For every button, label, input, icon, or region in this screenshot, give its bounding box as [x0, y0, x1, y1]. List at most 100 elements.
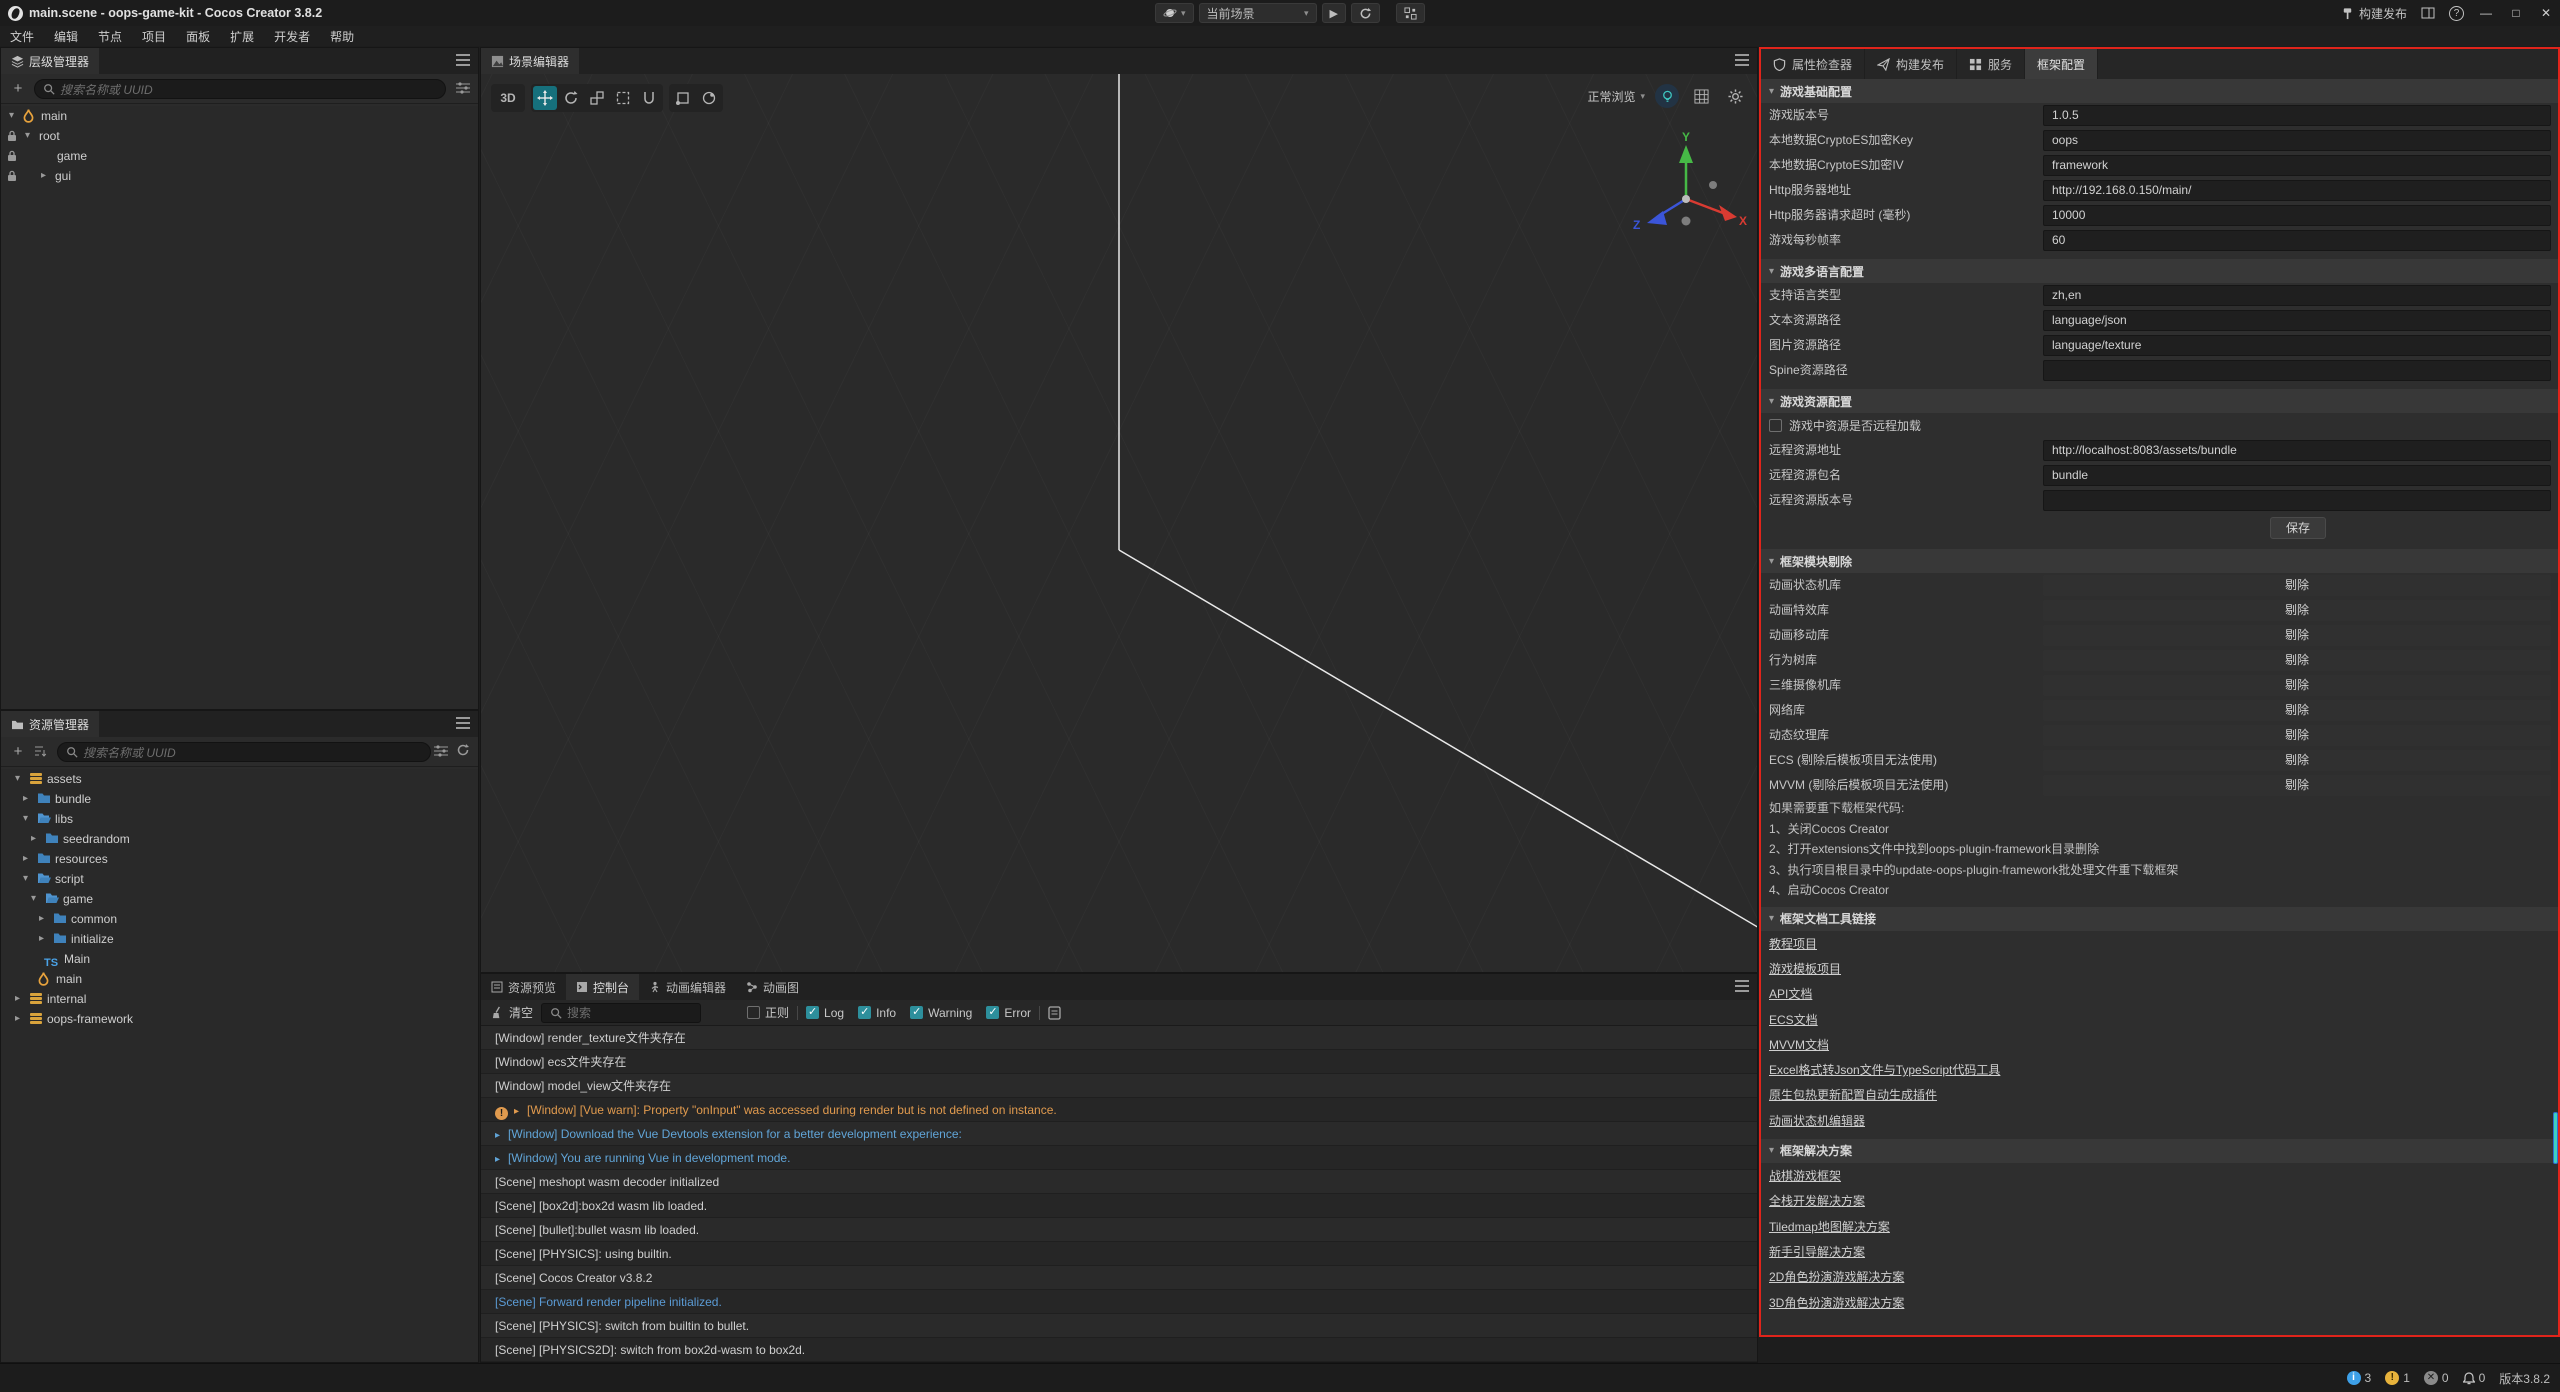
console-log-row[interactable]: ▸[Window] Download the Vue Devtools exte… — [481, 1122, 1757, 1146]
section-header-docs[interactable]: ▾框架文档工具链接 — [1761, 907, 2558, 931]
field-input-1[interactable]: oops — [2043, 130, 2551, 151]
tab-hierarchy[interactable]: 层级管理器 — [1, 48, 99, 74]
console-log-row[interactable]: [Scene] [PHYSICS]: switch from builtin t… — [481, 1314, 1757, 1338]
caret-right-icon[interactable]: ▸ — [31, 829, 36, 849]
tree-row-gui[interactable]: ▸gui — [1, 166, 478, 186]
link-Tiledmap地图解决方案[interactable]: Tiledmap地图解决方案 — [1769, 1218, 1890, 1235]
rotate-tool-button[interactable] — [559, 86, 583, 110]
menu-item-7[interactable]: 帮助 — [330, 28, 354, 45]
filter-info-checkbox[interactable]: Info — [858, 1006, 896, 1020]
console-log-row[interactable]: [Window] ecs文件夹存在 — [481, 1050, 1757, 1074]
menu-item-4[interactable]: 面板 — [186, 28, 210, 45]
caret-right-icon[interactable]: ▸ — [514, 1106, 519, 1117]
caret-right-icon[interactable]: ▸ — [39, 909, 44, 929]
sort-icon[interactable] — [33, 745, 47, 757]
lighting-toggle-button[interactable] — [1655, 84, 1679, 108]
play-button[interactable]: ▶ — [1322, 3, 1346, 23]
console-log-row[interactable]: [Window] model_view文件夹存在 — [481, 1074, 1757, 1098]
maximize-button[interactable]: □ — [2508, 6, 2524, 20]
menu-item-5[interactable]: 扩展 — [230, 28, 254, 45]
console-log-row[interactable]: [Scene] [bullet]:bullet wasm lib loaded. — [481, 1218, 1757, 1242]
remove-module-button[interactable]: 剔除 — [2043, 700, 2551, 721]
field-input-1[interactable]: bundle — [2043, 465, 2551, 486]
remove-module-button[interactable]: 剔除 — [2043, 650, 2551, 671]
pivot-toggle-button[interactable] — [671, 86, 695, 110]
menu-item-1[interactable]: 编辑 — [54, 28, 78, 45]
checkbox-res-remote[interactable]: 游戏中资源是否远程加载 — [1761, 413, 2558, 438]
console-search-input[interactable]: 搜索 — [541, 1003, 701, 1023]
console-log-row[interactable]: [Scene] Cocos Creator v3.8.2 — [481, 1266, 1757, 1290]
tab-框架配置[interactable]: 框架配置 — [2025, 49, 2098, 79]
menu-item-2[interactable]: 节点 — [98, 28, 122, 45]
link-战棋游戏框架[interactable]: 战棋游戏框架 — [1769, 1167, 1841, 1184]
menu-item-3[interactable]: 项目 — [142, 28, 166, 45]
save-button[interactable]: 保存 — [2270, 517, 2326, 539]
caret-down-icon[interactable]: ▾ — [25, 126, 30, 146]
menu-item-6[interactable]: 开发者 — [274, 28, 310, 45]
field-input-2[interactable] — [2043, 490, 2551, 511]
tree-row-main[interactable]: main — [1, 969, 478, 989]
close-button[interactable]: ✕ — [2538, 6, 2554, 20]
scale-tool-button[interactable] — [585, 86, 609, 110]
caret-down-icon[interactable]: ▾ — [31, 889, 36, 909]
assets-search-input[interactable]: 搜索名称或 UUID — [57, 742, 431, 762]
link-原生包热更新配置自动生成插件[interactable]: 原生包热更新配置自动生成插件 — [1769, 1086, 1937, 1103]
refresh-icon[interactable] — [456, 743, 470, 757]
clear-console-button[interactable]: 清空 — [491, 1004, 533, 1021]
panel-menu-icon[interactable] — [1735, 54, 1749, 66]
remove-module-button[interactable]: 剔除 — [2043, 625, 2551, 646]
field-input-5[interactable]: 60 — [2043, 230, 2551, 251]
field-input-2[interactable]: framework — [2043, 155, 2551, 176]
remove-module-button[interactable]: 剔除 — [2043, 775, 2551, 796]
status-error-counter[interactable]: ✕ 0 — [2424, 1371, 2449, 1385]
tree-row-resources[interactable]: ▸resources — [1, 849, 478, 869]
link-游戏模板项目[interactable]: 游戏模板项目 — [1769, 960, 1841, 977]
tab-资源预览[interactable]: 资源预览 — [481, 974, 566, 1000]
minimize-button[interactable]: — — [2478, 6, 2494, 20]
section-header-i18n[interactable]: ▾游戏多语言配置 — [1761, 259, 2558, 283]
caret-right-icon[interactable]: ▸ — [23, 849, 28, 869]
add-node-button[interactable]: + — [9, 79, 27, 97]
remove-module-button[interactable]: 剔除 — [2043, 675, 2551, 696]
tab-动画编辑器[interactable]: 动画编辑器 — [639, 974, 736, 1000]
field-input-0[interactable]: http://localhost:8083/assets/bundle — [2043, 440, 2551, 461]
filter-icon[interactable] — [434, 745, 448, 757]
tree-row-game[interactable]: game — [1, 146, 478, 166]
console-log-row[interactable]: [Scene] meshopt wasm decoder initialized — [481, 1170, 1757, 1194]
status-notification-counter[interactable]: 0 — [2463, 1371, 2486, 1385]
caret-down-icon[interactable]: ▾ — [9, 106, 14, 126]
panel-menu-icon[interactable] — [456, 54, 470, 66]
remove-module-button[interactable]: 剔除 — [2043, 725, 2551, 746]
tab-scene-editor[interactable]: 场景编辑器 — [481, 48, 579, 74]
link-API文档[interactable]: API文档 — [1769, 985, 1812, 1002]
add-asset-button[interactable]: + — [9, 742, 27, 760]
filter-warning-checkbox[interactable]: Warning — [910, 1006, 972, 1020]
tree-row-initialize[interactable]: ▸initialize — [1, 929, 478, 949]
preview-layout-button[interactable] — [1396, 3, 1425, 23]
tab-控制台[interactable]: 控制台 — [566, 974, 639, 1000]
field-input-3[interactable]: http://192.168.0.150/main/ — [2043, 180, 2551, 201]
tree-row-common[interactable]: ▸common — [1, 909, 478, 929]
link-新手引导解决方案[interactable]: 新手引导解决方案 — [1769, 1243, 1865, 1260]
tree-row-oops-framework[interactable]: ▸oops-framework — [1, 1009, 478, 1029]
link-3D角色扮演游戏解决方案[interactable]: 3D角色扮演游戏解决方案 — [1769, 1294, 1904, 1311]
caret-right-icon[interactable]: ▸ — [15, 989, 20, 1009]
caret-right-icon[interactable]: ▸ — [39, 929, 44, 949]
caret-right-icon[interactable]: ▸ — [23, 789, 28, 809]
field-input-0[interactable]: zh,en — [2043, 285, 2551, 306]
platform-select[interactable]: ▾ — [1155, 3, 1194, 23]
tab-服务[interactable]: 服务 — [1957, 49, 2025, 79]
link-MVVM文档[interactable]: MVVM文档 — [1769, 1036, 1829, 1053]
remove-module-button[interactable]: 剔除 — [2043, 750, 2551, 771]
tab-动画图[interactable]: 动画图 — [736, 974, 809, 1000]
scrollbar-thumb[interactable] — [2553, 1112, 2558, 1164]
tree-row-seedrandom[interactable]: ▸seedrandom — [1, 829, 478, 849]
scene-viewport[interactable]: Y X Z 3D — [481, 74, 1757, 972]
move-tool-button[interactable] — [533, 86, 557, 110]
caret-right-icon[interactable]: ▸ — [15, 1009, 20, 1029]
caret-right-icon[interactable]: ▸ — [495, 1154, 500, 1165]
panel-menu-icon[interactable] — [1735, 980, 1749, 992]
console-log-row[interactable]: [Scene] [box2d]:box2d wasm lib loaded. — [481, 1194, 1757, 1218]
console-log-row[interactable]: ▸[Window] You are running Vue in develop… — [481, 1146, 1757, 1170]
caret-right-icon[interactable]: ▸ — [41, 166, 46, 186]
